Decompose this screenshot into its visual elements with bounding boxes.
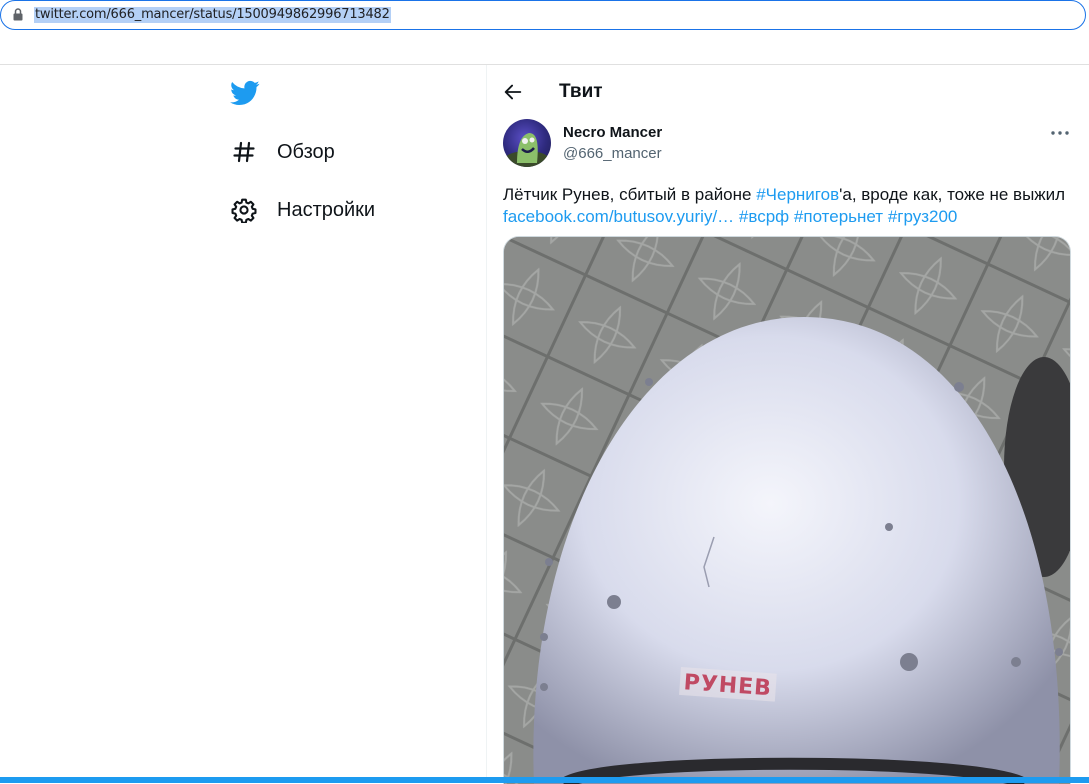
- avatar[interactable]: [503, 119, 551, 167]
- author-name[interactable]: Necro Mancer: [563, 124, 662, 141]
- tweet-text-part: 'а, вроде как, тоже не выжил: [839, 185, 1066, 204]
- more-options-icon[interactable]: [1048, 124, 1072, 142]
- tweet-text: Лётчик Рунев, сбитый в районе #Чернигов'…: [503, 184, 1073, 228]
- hashtag-link[interactable]: #всрф: [739, 207, 789, 226]
- toolbar-divider: [0, 64, 1089, 65]
- column-divider: [486, 65, 487, 783]
- back-arrow-icon[interactable]: [502, 80, 526, 104]
- sidebar-item-label: Обзор: [277, 140, 335, 163]
- tweet-text-part: Лётчик Рунев, сбитый в районе: [503, 185, 757, 204]
- bottom-banner: [0, 777, 1089, 783]
- hashtag-link[interactable]: #Чернигов: [756, 185, 839, 204]
- url-text[interactable]: twitter.com/666_mancer/status/1500949862…: [34, 7, 391, 23]
- address-bar[interactable]: twitter.com/666_mancer/status/1500949862…: [0, 0, 1086, 30]
- hashtag-link[interactable]: #потерьнет: [794, 207, 883, 226]
- page-title: Твит: [559, 81, 603, 102]
- tweet-photo[interactable]: РУНЕВ: [503, 236, 1071, 784]
- author-handle[interactable]: @666_mancer: [563, 145, 662, 162]
- lock-icon: [13, 8, 23, 26]
- twitter-logo-icon[interactable]: [230, 78, 260, 108]
- sidebar-item-explore[interactable]: Обзор: [230, 132, 335, 172]
- hashtag-icon: [230, 138, 258, 166]
- sidebar-item-settings[interactable]: Настройки: [230, 190, 375, 230]
- hashtag-link[interactable]: #груз200: [888, 207, 958, 226]
- sidebar-item-label: Настройки: [277, 198, 376, 221]
- external-link[interactable]: facebook.com/butusov.yuriy/…: [503, 207, 734, 226]
- gear-icon: [230, 196, 258, 224]
